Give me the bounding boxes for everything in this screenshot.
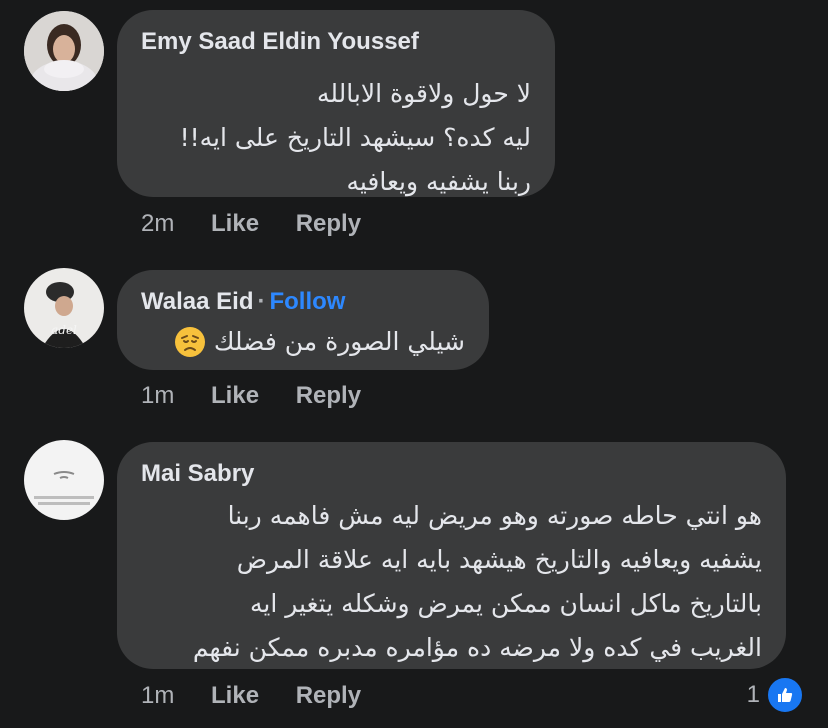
like-button[interactable]: Like <box>211 682 259 710</box>
separator-dot: · <box>257 288 266 315</box>
author-name[interactable]: Walaa Eid <box>141 288 253 315</box>
follow-button[interactable]: Follow <box>269 288 345 315</box>
avatar[interactable] <box>24 440 104 520</box>
author-name[interactable]: Mai Sabry <box>141 460 254 487</box>
author-name[interactable]: Emy Saad Eldin Youssef <box>141 28 419 55</box>
avatar-photo-icon <box>24 11 104 91</box>
comment-actions: 1m Like Reply <box>141 682 361 710</box>
comment-line: شيلي الصورة من فضلك <box>213 327 465 356</box>
avatar[interactable]: adel <box>24 268 104 348</box>
comment-text: شيلي الصورة من فضلك <box>174 320 465 364</box>
svg-text:adel: adel <box>51 323 77 337</box>
comment-bubble: Mai Sabry هو انتي حاطه صورته وهو مريض لي… <box>117 442 786 669</box>
author-row: Mai Sabry <box>141 460 254 488</box>
comment-line: بالتاريخ ماكل انسان ممكن يمرض وشكله يتغي… <box>250 589 762 618</box>
avatar-photo-icon: adel <box>24 268 104 348</box>
like-button[interactable]: Like <box>211 210 259 238</box>
like-reaction-icon <box>766 676 804 714</box>
disappointed-face-icon <box>174 327 205 357</box>
avatar[interactable] <box>24 11 104 91</box>
reply-button[interactable]: Reply <box>296 682 361 710</box>
reply-button[interactable]: Reply <box>296 210 361 238</box>
author-row: Walaa Eid · Follow <box>141 288 345 316</box>
comment-line: يشفيه ويعافيه والتاريخ هيشهد بايه ايه عل… <box>236 545 762 574</box>
comment-actions: 1m Like Reply <box>141 382 361 410</box>
like-button[interactable]: Like <box>211 382 259 410</box>
comment-line: ربنا يشفيه ويعافيه <box>346 167 531 196</box>
comment-line: ليه كده؟ سيشهد التاريخ على ايه!! <box>179 123 531 152</box>
comment-text: هو انتي حاطه صورته وهو مريض ليه مش فاهمه… <box>193 494 762 670</box>
reaction-summary[interactable]: 1 <box>747 676 804 714</box>
reply-button[interactable]: Reply <box>296 382 361 410</box>
reaction-count: 1 <box>746 681 760 708</box>
comment-line: لا حول ولاقوة الابالله <box>316 79 531 108</box>
author-row: Emy Saad Eldin Youssef <box>141 28 419 56</box>
comment-line: هو انتي حاطه صورته وهو مريض ليه مش فاهمه… <box>227 501 762 530</box>
comment-actions: 2m Like Reply <box>141 210 361 238</box>
comment-bubble: Walaa Eid · Follow شيلي الصورة من فضلك <box>117 270 489 370</box>
comment-line: الغريب في كده ولا مرضه ده مؤامره مدبره م… <box>192 633 762 662</box>
comment-text: لا حول ولاقوة الابالله ليه كده؟ سيشهد ال… <box>180 72 531 204</box>
comment-bubble: Emy Saad Eldin Youssef لا حول ولاقوة الا… <box>117 10 555 197</box>
timestamp[interactable]: 1m <box>141 382 174 410</box>
avatar-photo-icon <box>24 440 104 520</box>
timestamp[interactable]: 2m <box>141 210 174 238</box>
timestamp[interactable]: 1m <box>141 682 174 710</box>
